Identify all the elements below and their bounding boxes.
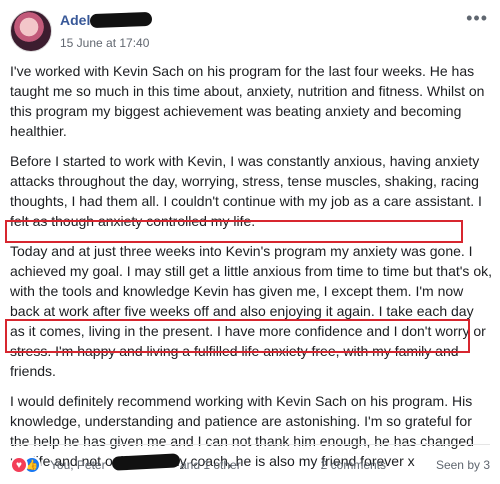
author-name[interactable]: Adel — [60, 12, 90, 28]
post-body: I've worked with Kevin Sach on his progr… — [10, 61, 492, 481]
seen-by[interactable]: Seen by 3 — [436, 458, 490, 472]
reactions-summary[interactable]: You, Peter — [50, 458, 106, 472]
redaction-mark — [111, 453, 181, 471]
reactions-others[interactable]: and 1 other — [180, 458, 241, 472]
redaction-mark — [89, 11, 153, 29]
avatar[interactable] — [10, 10, 52, 52]
facebook-post: Adel 15 June at 17:40 ••• I've worked wi… — [0, 0, 500, 484]
divider — [10, 444, 490, 445]
comments-link[interactable]: 2 comments — [321, 458, 386, 472]
post-paragraph: Today and at just three weeks into Kevin… — [10, 243, 492, 379]
love-reaction-icon[interactable]: ♥ — [10, 456, 28, 474]
post-paragraph: Before I started to work with Kevin, I w… — [10, 153, 482, 229]
more-options-icon[interactable]: ••• — [466, 8, 488, 29]
post-timestamp[interactable]: 15 June at 17:40 — [60, 36, 149, 50]
post-paragraph: I've worked with Kevin Sach on his progr… — [10, 63, 485, 139]
post-footer: ♥ 👍 You, Peter and 1 other 2 comments Se… — [10, 453, 490, 475]
